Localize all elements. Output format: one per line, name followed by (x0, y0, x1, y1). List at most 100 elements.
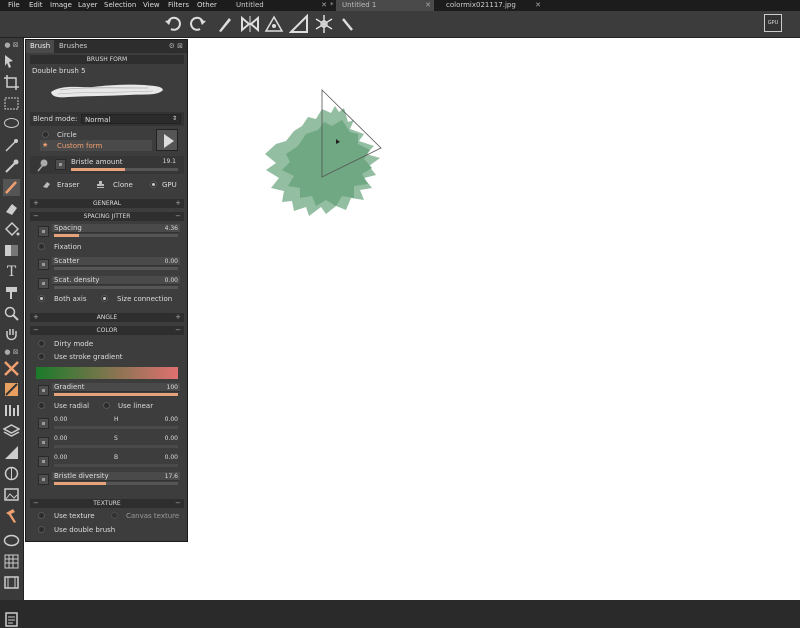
spacing-track[interactable] (54, 234, 178, 237)
close-icon[interactable]: ✕ (321, 1, 327, 9)
tab-colormix[interactable]: colormix021117.jpg ✕ (440, 0, 544, 11)
gradient-tool-icon[interactable] (3, 242, 20, 259)
menu-selection[interactable]: Selection (104, 1, 136, 9)
grid-icon[interactable] (3, 553, 20, 570)
tab-untitled[interactable]: Untitled ✕ (230, 0, 330, 11)
menu-filters[interactable]: Filters (168, 1, 189, 9)
hue-slider[interactable] (54, 426, 178, 429)
clone-stamp-icon (97, 181, 104, 188)
scat-density-track[interactable] (54, 286, 178, 289)
tab-untitled-1[interactable]: * Untitled 1 ✕ (330, 0, 434, 11)
brain-icon[interactable] (3, 532, 20, 549)
brightness-slider[interactable] (54, 464, 178, 467)
blend-mode-label: Blend mode: (33, 115, 78, 123)
section-texture[interactable]: − TEXTURE − (30, 499, 184, 508)
menu-other[interactable]: Other (197, 1, 217, 9)
eyedropper-icon[interactable] (3, 158, 20, 175)
use-linear-radio[interactable] (103, 402, 110, 409)
brightness-left-value: 0.00 (54, 454, 68, 461)
menu-file[interactable]: File (8, 1, 20, 9)
film-icon[interactable] (3, 574, 20, 591)
size-connection-radio[interactable] (101, 295, 108, 302)
scatter-track[interactable] (54, 267, 178, 270)
color-icon[interactable] (3, 381, 20, 398)
bristle-diversity-track[interactable] (54, 482, 178, 485)
shape-custom-row[interactable]: ★ Custom form (40, 140, 152, 151)
bristle-diversity-toggle[interactable] (38, 474, 49, 485)
snowflake-icon[interactable] (314, 14, 334, 34)
use-stroke-gradient-radio[interactable] (38, 353, 45, 360)
ruler-icon[interactable] (289, 14, 309, 34)
use-texture-radio[interactable] (38, 512, 45, 519)
gradient-track[interactable] (54, 393, 178, 396)
both-axis-radio[interactable] (38, 295, 45, 302)
close-icon[interactable]: ✕ (535, 1, 541, 9)
tab-brush[interactable]: Brush (26, 40, 55, 53)
smudge-icon[interactable] (3, 284, 20, 301)
brush-icon[interactable] (215, 14, 235, 34)
panel-controls-icon[interactable]: ● ⊠ (3, 40, 20, 50)
fill-bucket-icon[interactable] (3, 221, 20, 238)
shape-circle-radio[interactable] (42, 131, 49, 138)
fixation-radio[interactable] (38, 243, 45, 250)
dirty-mode-radio[interactable] (38, 340, 45, 347)
adjust-icon[interactable] (3, 444, 20, 461)
image-icon[interactable] (3, 486, 20, 503)
menu-view[interactable]: View (143, 1, 160, 9)
gpu-radio[interactable] (150, 181, 157, 188)
brush-tool-icon[interactable] (3, 179, 20, 196)
zoom-icon[interactable] (3, 305, 20, 322)
tab-brushes[interactable]: Brushes (55, 40, 91, 53)
saturation-toggle[interactable] (38, 437, 49, 448)
spacing-toggle[interactable] (38, 226, 49, 237)
gradient-label: Gradient (54, 383, 85, 391)
brush-settings-icon[interactable] (3, 360, 20, 377)
bristle-amount-toggle[interactable] (55, 159, 66, 170)
canvas-texture-radio[interactable] (111, 512, 118, 519)
slider-fill (54, 393, 178, 396)
menu-layer[interactable]: Layer (78, 1, 98, 9)
pen-icon[interactable] (338, 14, 358, 34)
brightness-toggle[interactable] (38, 456, 49, 467)
section-color[interactable]: − COLOR − (30, 326, 184, 335)
layers-icon[interactable] (3, 423, 20, 440)
gradient-toggle[interactable] (38, 385, 49, 396)
saturation-slider[interactable] (54, 445, 178, 448)
scatter-toggle[interactable] (38, 259, 49, 270)
gpu-chip-icon[interactable]: GPU (764, 14, 782, 32)
lasso-icon[interactable] (3, 116, 20, 133)
blend-mode-select[interactable]: Normal ⇕ (81, 114, 181, 124)
notes-icon[interactable] (3, 611, 20, 628)
menu-edit[interactable]: Edit (29, 1, 43, 9)
hand-icon[interactable] (3, 326, 20, 343)
symmetry-icon[interactable] (240, 14, 260, 34)
use-radial-radio[interactable] (38, 402, 45, 409)
hammer-icon[interactable] (3, 507, 20, 524)
clone-toggle[interactable]: Clone (113, 181, 133, 189)
crop-icon[interactable] (3, 74, 20, 91)
magic-wand-icon[interactable] (3, 137, 20, 154)
rect-select-icon[interactable] (3, 95, 20, 112)
panel-controls-icon[interactable]: ● ⊠ (3, 347, 20, 357)
navigator-icon[interactable] (3, 465, 20, 482)
panel-menu-icon[interactable]: ⚙ ⊠ (169, 42, 183, 50)
perspective-icon[interactable] (264, 14, 284, 34)
text-tool-icon[interactable]: T (3, 263, 20, 280)
presets-icon[interactable] (3, 402, 20, 419)
redo-icon[interactable] (187, 14, 207, 34)
gradient-preview-bar[interactable] (36, 367, 178, 379)
bristle-amount-slider[interactable] (71, 168, 178, 171)
move-icon[interactable] (3, 53, 20, 70)
menu-image[interactable]: Image (50, 1, 72, 9)
use-double-brush-radio[interactable] (38, 526, 45, 533)
eraser-tool-icon[interactable] (3, 200, 20, 217)
section-general[interactable]: + GENERAL + (30, 199, 184, 208)
section-spacing-jitter[interactable]: − SPACING JITTER − (30, 212, 184, 221)
scat-density-toggle[interactable] (38, 278, 49, 289)
hue-toggle[interactable] (38, 418, 49, 429)
brush-form-play-button[interactable] (156, 129, 178, 151)
section-angle[interactable]: + ANGLE + (30, 313, 184, 322)
close-icon[interactable]: ✕ (425, 1, 431, 9)
eraser-toggle[interactable]: Eraser (57, 181, 79, 189)
undo-icon[interactable] (164, 14, 184, 34)
